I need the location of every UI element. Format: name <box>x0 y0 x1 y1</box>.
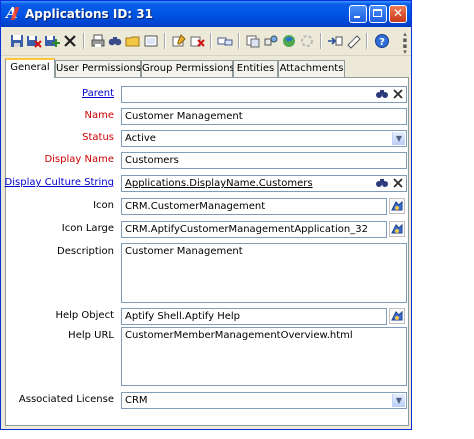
help-icon[interactable]: ? <box>374 33 390 49</box>
associated-license-value: CRM <box>125 395 148 406</box>
copy-icon[interactable] <box>143 33 159 49</box>
tab-group-permissions[interactable]: Group Permissions <box>141 60 235 77</box>
display-culture-string-field[interactable]: Applications.DisplayName.Customers <box>121 175 407 192</box>
associated-license-label: Associated License <box>18 394 114 405</box>
print-icon[interactable] <box>90 33 106 49</box>
parent-find-button[interactable] <box>374 87 390 102</box>
close-icon: ✕ <box>392 6 404 20</box>
title-bar[interactable]: A Applications ID: 31 ✕ <box>1 1 411 27</box>
tab-strip: General User Permissions Group Permissio… <box>1 58 411 78</box>
description-label: Description <box>57 246 114 257</box>
tab-attachments[interactable]: Attachments <box>278 60 345 77</box>
status-select[interactable]: Active ▼ <box>121 130 407 147</box>
attach-icon[interactable] <box>245 33 261 49</box>
save-icon[interactable] <box>9 33 25 49</box>
svg-text:?: ? <box>379 37 385 48</box>
display-culture-string-label[interactable]: Display Culture String <box>5 176 114 190</box>
toolbar-separator <box>238 33 240 49</box>
tab-user-permissions[interactable]: User Permissions <box>55 60 141 77</box>
associated-license-select[interactable]: CRM ▼ <box>121 392 407 409</box>
toolbar-separator <box>320 33 322 49</box>
tab-general[interactable]: General <box>5 58 55 78</box>
toolbar-separator <box>164 33 166 49</box>
note-icon[interactable] <box>171 33 187 49</box>
culture-string-clear-button[interactable] <box>390 176 406 191</box>
help-url-textarea[interactable]: CustomerMemberManagementOverview.html <box>121 327 407 386</box>
import-icon[interactable] <box>327 33 343 49</box>
help-object-label: Help Object <box>55 310 114 321</box>
icon-large-field[interactable]: CRM.AptifyCustomerManagementApplication_… <box>121 221 387 238</box>
display-name-field[interactable]: Customers <box>121 152 407 169</box>
parent-clear-button[interactable] <box>390 87 406 102</box>
help-object-lookup-button[interactable] <box>389 308 405 324</box>
display-culture-string-value: Applications.DisplayName.Customers <box>125 178 313 189</box>
aptify-logo-icon: A <box>6 4 20 22</box>
chevron-down-icon[interactable]: ▼ <box>392 132 405 145</box>
status-label: Status <box>82 132 114 143</box>
display-name-label: Display Name <box>44 154 114 165</box>
grip-icon[interactable]: ▴ ▪ ▪ ▾ <box>402 31 408 56</box>
help-object-field[interactable]: Aptify Shell.Aptify Help <box>121 308 387 325</box>
icon-large-lookup-button[interactable] <box>389 221 405 237</box>
status-value: Active <box>125 133 156 144</box>
description-textarea[interactable]: Customer Management <box>121 243 407 303</box>
toolbar-separator <box>83 33 85 49</box>
window-title: Applications ID: 31 <box>25 7 153 21</box>
web-icon[interactable] <box>281 33 297 49</box>
icon-field[interactable]: CRM.CustomerManagement <box>121 198 387 215</box>
minimize-button[interactable] <box>349 5 367 23</box>
maximize-icon <box>373 9 382 17</box>
clear-icon[interactable] <box>189 33 205 49</box>
save-and-new-icon[interactable] <box>44 33 60 49</box>
parent-label[interactable]: Parent <box>82 87 114 101</box>
name-label: Name <box>84 110 114 121</box>
save-and-close-icon[interactable] <box>26 33 42 49</box>
culture-string-find-button[interactable] <box>374 176 390 191</box>
parent-field[interactable] <box>121 86 407 103</box>
open-folder-icon[interactable] <box>125 33 141 49</box>
delete-icon[interactable] <box>62 33 78 49</box>
icon-large-label: Icon Large <box>61 223 114 234</box>
spinner-icon[interactable] <box>299 33 315 49</box>
tab-entities[interactable]: Entities <box>233 60 278 77</box>
chevron-down-icon[interactable]: ▼ <box>392 394 405 407</box>
icon-label: Icon <box>93 200 114 211</box>
toolbar-separator <box>366 33 368 49</box>
toolbar: ? ▴ ▪ ▪ ▾ <box>1 27 411 56</box>
name-field[interactable]: Customer Management <box>121 108 407 125</box>
link-icon[interactable] <box>217 33 233 49</box>
toolbar-separator <box>210 33 212 49</box>
find-icon[interactable] <box>107 33 123 49</box>
general-panel: Parent Name Customer Management Status A… <box>5 77 409 426</box>
close-button[interactable]: ✕ <box>389 5 407 23</box>
minimize-icon <box>354 16 360 18</box>
maximize-button[interactable] <box>369 5 387 23</box>
workflow-icon[interactable] <box>263 33 279 49</box>
icon-lookup-button[interactable] <box>389 198 405 214</box>
applications-window: A Applications ID: 31 ✕ ? ▴ ▪ ▪ ▾ Genera… <box>0 0 412 430</box>
help-url-label: Help URL <box>68 330 114 341</box>
export-icon[interactable] <box>345 33 361 49</box>
